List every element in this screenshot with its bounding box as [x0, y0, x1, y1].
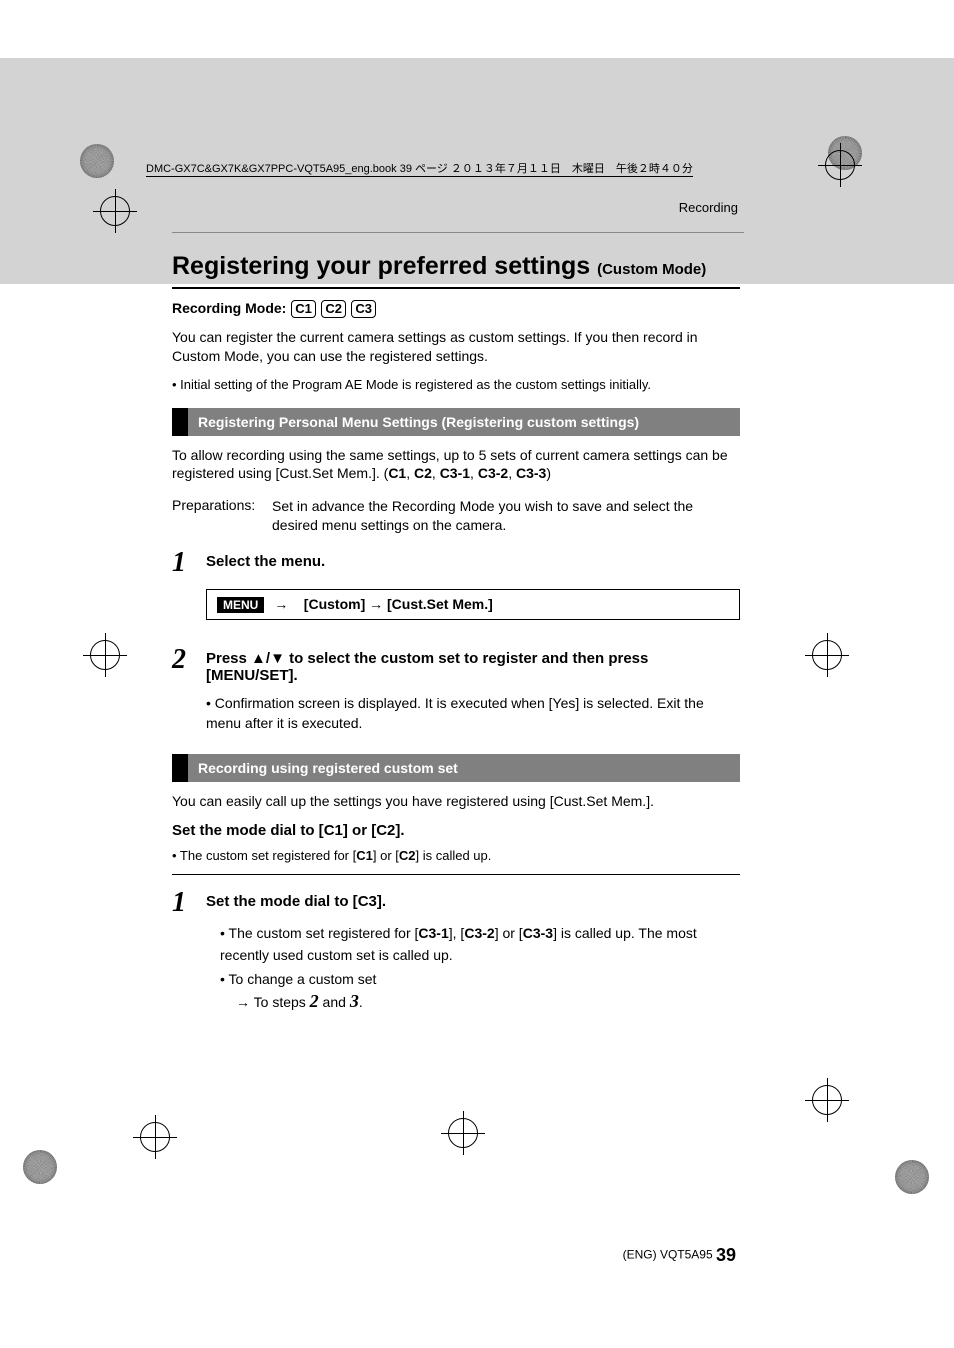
source-file-label: DMC-GX7C&GX7K&GX7PPC-VQT5A95_eng.book 39…: [146, 160, 693, 177]
page-footer: (ENG) VQT5A95 39: [623, 1245, 736, 1266]
sb1b1-b: C3-2: [464, 925, 494, 941]
sb1b3-pre: → To steps: [236, 994, 310, 1010]
db-c2: C2: [399, 848, 416, 863]
title-main: Registering your preferred settings: [172, 252, 597, 280]
db-c1: C1: [356, 848, 373, 863]
section-heading-recording: Recording using registered custom set: [172, 754, 740, 782]
set-label: C2: [414, 465, 432, 481]
sh1-body: To allow recording using the same settin…: [172, 446, 740, 484]
heading-bar-icon: [172, 408, 188, 436]
step-b1: 1 Set the mode dial to [C3].: [172, 889, 740, 917]
sb1-c3: C3: [358, 893, 377, 910]
crop-mark-icon: [448, 1118, 478, 1148]
section-label: Recording: [679, 200, 738, 215]
registration-mark-icon: [80, 144, 114, 178]
sb1b1-c: C3-3: [523, 925, 553, 941]
page: DMC-GX7C&GX7K&GX7PPC-VQT5A95_eng.book 39…: [0, 0, 954, 1348]
footer-code: (ENG) VQT5A95: [623, 1248, 716, 1262]
dial-h-pre: Set the mode dial to [: [172, 822, 324, 839]
ref-step-2: 2: [310, 991, 319, 1011]
page-title: Registering your preferred settings (Cus…: [172, 252, 740, 289]
sb1b1-pre: • The custom set registered for [: [220, 925, 418, 941]
db-pre: • The custom set registered for [: [172, 848, 356, 863]
set-label: C3-3: [516, 465, 546, 481]
intro-bullet: • Initial setting of the Program AE Mode…: [172, 376, 740, 394]
set-label: C3-1: [440, 465, 470, 481]
set-label: C1: [388, 465, 406, 481]
crop-mark-icon: [825, 150, 855, 180]
menu-path-custom: [Custom]: [304, 596, 365, 612]
menu-chip-icon: MENU: [217, 597, 264, 613]
prep-key: Preparations:: [172, 497, 272, 535]
page-number: 39: [716, 1245, 736, 1265]
sb1b1-m2: ] or [: [495, 925, 523, 941]
recording-mode-row: Recording Mode: C1 C2 C3: [172, 300, 740, 318]
intro-paragraph: You can register the current camera sett…: [172, 328, 740, 366]
crop-mark-icon: [100, 196, 130, 226]
prep-value: Set in advance the Recording Mode you wi…: [272, 497, 740, 535]
divider: [172, 874, 740, 875]
step2-note: • Confirmation screen is displayed. It i…: [206, 694, 740, 733]
arrow-icon: →: [274, 596, 300, 612]
set-label: C3-2: [478, 465, 508, 481]
db-mid: ] or [: [373, 848, 399, 863]
dial-h-post: ].: [395, 822, 404, 839]
sb1-pre: Set the mode dial to [: [206, 893, 358, 910]
step-1: 1 Select the menu.: [172, 549, 740, 577]
step-title: Press ▲/▼ to select the custom set to re…: [206, 650, 740, 684]
down-triangle-icon: ▼: [270, 650, 285, 667]
crop-mark-icon: [90, 640, 120, 670]
title-sub: (Custom Mode): [597, 261, 706, 278]
sh1-body-post: ): [546, 465, 551, 481]
db-post: ] is called up.: [416, 848, 492, 863]
crop-mark-icon: [812, 1085, 842, 1115]
dial-c1: C1: [324, 822, 343, 839]
dial-c2: C2: [376, 822, 395, 839]
step-number: 2: [172, 646, 206, 684]
sb1-bullet2: • To change a custom set: [220, 969, 740, 991]
sb1-bullet3: → To steps 2 and 3.: [236, 992, 740, 1014]
sb1b1-m1: ], [: [449, 925, 465, 941]
sb1b3-and: and: [319, 994, 350, 1010]
preparations-row: Preparations: Set in advance the Recordi…: [172, 497, 740, 535]
step-number: 1: [172, 549, 206, 577]
heading-bar-icon: [172, 754, 188, 782]
mode-chip-c2: C2: [321, 300, 346, 318]
recording-mode-label: Recording Mode:: [172, 300, 290, 316]
dial-h-mid: ] or [: [343, 822, 376, 839]
ref-step-3: 3: [350, 991, 359, 1011]
divider: [172, 232, 744, 233]
step2-pre: Press: [206, 650, 251, 667]
up-triangle-icon: ▲: [251, 650, 266, 667]
section-heading-register: Registering Personal Menu Settings (Regi…: [172, 408, 740, 436]
sb1b1-a: C3-1: [418, 925, 448, 941]
menu-path-custset: [Cust.Set Mem.]: [387, 596, 493, 612]
crop-mark-icon: [140, 1122, 170, 1152]
sh2-body: You can easily call up the settings you …: [172, 792, 740, 811]
dial-bullet: • The custom set registered for [C1] or …: [172, 847, 740, 865]
heading-label: Recording using registered custom set: [188, 754, 740, 782]
step-title: Select the menu.: [206, 553, 740, 570]
heading-label: Registering Personal Menu Settings (Regi…: [188, 408, 740, 436]
mode-chip-c3: C3: [351, 300, 376, 318]
registration-mark-icon: [23, 1150, 57, 1184]
step-title: Set the mode dial to [C3].: [206, 893, 740, 910]
step-number: 1: [172, 889, 206, 917]
dial-heading: Set the mode dial to [C1] or [C2].: [172, 821, 740, 841]
sb1-post: ].: [377, 893, 386, 910]
sb1b3-dot: .: [359, 994, 363, 1010]
sb1-bullet1: • The custom set registered for [C3-1], …: [220, 923, 740, 966]
registration-mark-icon: [895, 1160, 929, 1194]
crop-mark-icon: [812, 640, 842, 670]
menu-path-box: MENU → [Custom] → [Cust.Set Mem.]: [206, 589, 740, 620]
mode-chip-c1: C1: [291, 300, 316, 318]
arrow-icon: →: [369, 596, 383, 612]
step-2: 2 Press ▲/▼ to select the custom set to …: [172, 646, 740, 684]
